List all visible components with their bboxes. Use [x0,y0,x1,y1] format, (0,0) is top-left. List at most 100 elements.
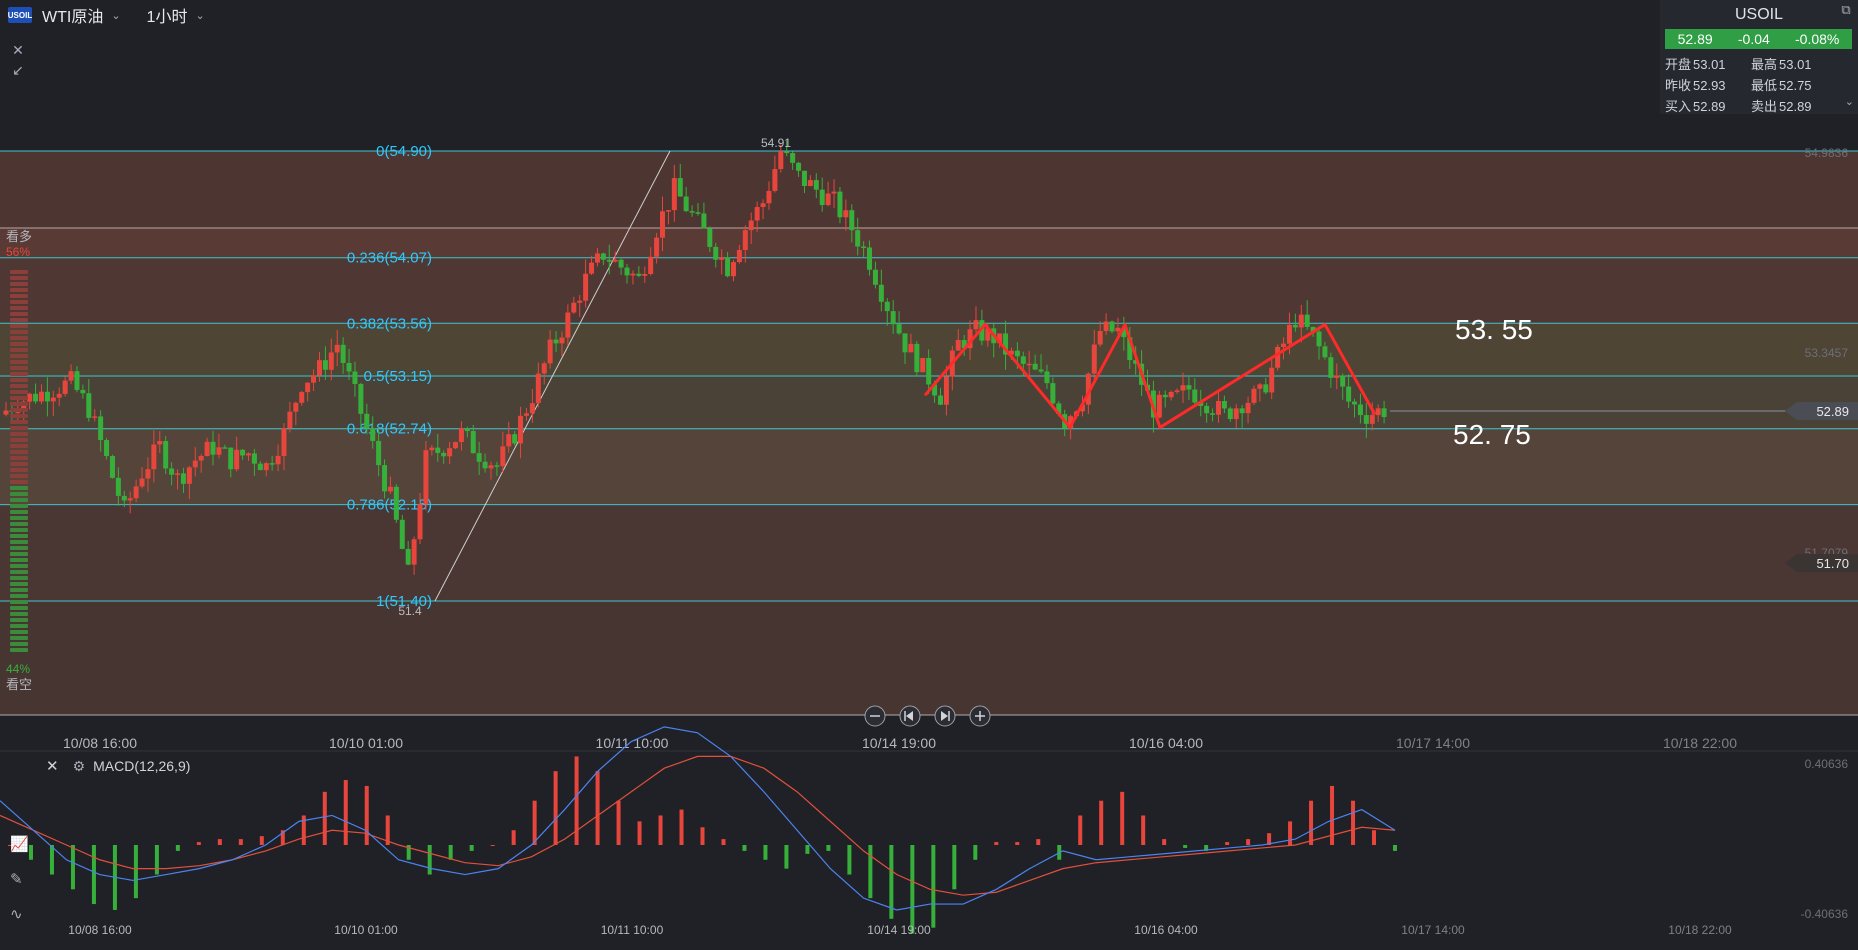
candle-body [358,383,364,414]
sentiment-bear-seg [10,648,28,652]
macd-time-tick-label: 10/10 01:00 [334,923,398,937]
macd-histogram-bar [490,845,495,846]
candle-body [642,273,648,276]
candle-body [257,463,263,471]
sentiment-bull-seg [10,444,28,448]
sentiment-bull-seg [10,348,28,352]
fib-zone [0,257,1858,323]
sentiment-bull-seg [10,282,28,286]
sentiment-bear-seg [10,540,28,544]
candle-body [1168,392,1174,398]
macd-histogram-bar [364,785,369,845]
candle-body [1210,413,1216,415]
candle-body [275,455,281,465]
candle-body [470,431,476,454]
candle-body [399,519,405,549]
sentiment-bear-seg [10,510,28,514]
macd-histogram-bar [427,845,432,875]
price-axis-label: 51.70 [1816,556,1849,571]
macd-histogram-bar [1183,845,1188,848]
candle-body [1352,401,1358,405]
candle-body [506,434,512,447]
bull-label: 看多 [6,229,32,244]
candle-body [1044,371,1050,384]
candle-body [861,246,867,248]
fib-zone [0,601,1858,715]
candle-body [216,447,222,455]
candle-body [50,397,56,402]
candle-body [612,259,618,262]
candle-body [872,269,878,285]
macd-histogram-bar [1099,800,1104,845]
zoom-out-button[interactable] [864,705,886,727]
candle-body [364,413,370,429]
candle-body [878,284,884,302]
candle-body [636,273,642,276]
macd-histogram-bar [910,845,915,934]
candle-body [1227,408,1233,419]
sentiment-bear-seg [10,546,28,550]
candle-body [240,449,246,456]
macd-histogram-bar [1120,791,1125,845]
resistance-label: 53. 55 [1455,314,1533,345]
candle-body [429,447,435,451]
candle-body [464,428,470,432]
sentiment-bull-seg [10,372,28,376]
wave-icon[interactable]: ∿ [10,905,23,923]
sentiment-bull-seg [10,396,28,400]
candle-body [346,362,352,372]
candle-body [192,460,198,468]
candle-body [1204,405,1210,414]
candle-body [423,450,429,505]
candle-body [914,343,920,373]
candle-body [790,153,796,163]
sentiment-bear-seg [10,612,28,616]
candle-body [1357,404,1363,416]
candle-body [937,395,943,405]
candle-body [1381,408,1387,418]
candle-body [405,548,411,565]
current-price-label: 52.89 [1816,404,1849,419]
candle-body [133,486,139,499]
sentiment-bull-seg [10,288,28,292]
macd-histogram-bar [259,836,264,845]
candle-body [482,461,488,469]
candle-body [68,371,74,381]
indicator-icon[interactable]: 📈 [10,835,29,853]
candle-body [796,162,802,171]
candle-body [1346,386,1352,402]
sentiment-bear-seg [10,564,28,568]
scroll-start-button[interactable] [899,705,921,727]
candle-body [121,495,127,501]
zoom-in-button[interactable] [969,705,991,727]
candle-body [695,212,701,214]
macd-axis-bottom: -0.40636 [1801,907,1849,921]
sentiment-bear-seg [10,492,28,496]
settings-icon[interactable]: ⚙ [73,758,86,775]
sentiment-bull-seg [10,354,28,358]
macd-histogram-bar [868,845,873,899]
candle-body [198,456,204,461]
candle-body [778,151,784,170]
drawing-icon[interactable]: ✎ [10,870,23,888]
scroll-end-button[interactable] [934,705,956,727]
macd-histogram-bar [595,771,600,845]
candle-body [600,253,606,260]
fib-label: 0.5(53.15) [364,368,432,385]
sentiment-bear-seg [10,486,28,490]
candle-body [565,312,571,338]
candle-body [305,382,311,393]
candle-body [447,448,453,457]
candle-body [713,246,719,260]
bull-pct: 56% [6,245,30,259]
candle-body [1038,369,1044,372]
close-icon[interactable]: ✕ [46,757,59,775]
candle-body [1281,343,1287,347]
candle-body [902,333,908,353]
candle-body [654,237,660,257]
support-label: 52. 75 [1453,419,1531,450]
candle-body [955,340,961,351]
sentiment-bull-seg [10,480,28,484]
macd-histogram-bar [994,842,999,845]
candle-body [109,456,115,478]
